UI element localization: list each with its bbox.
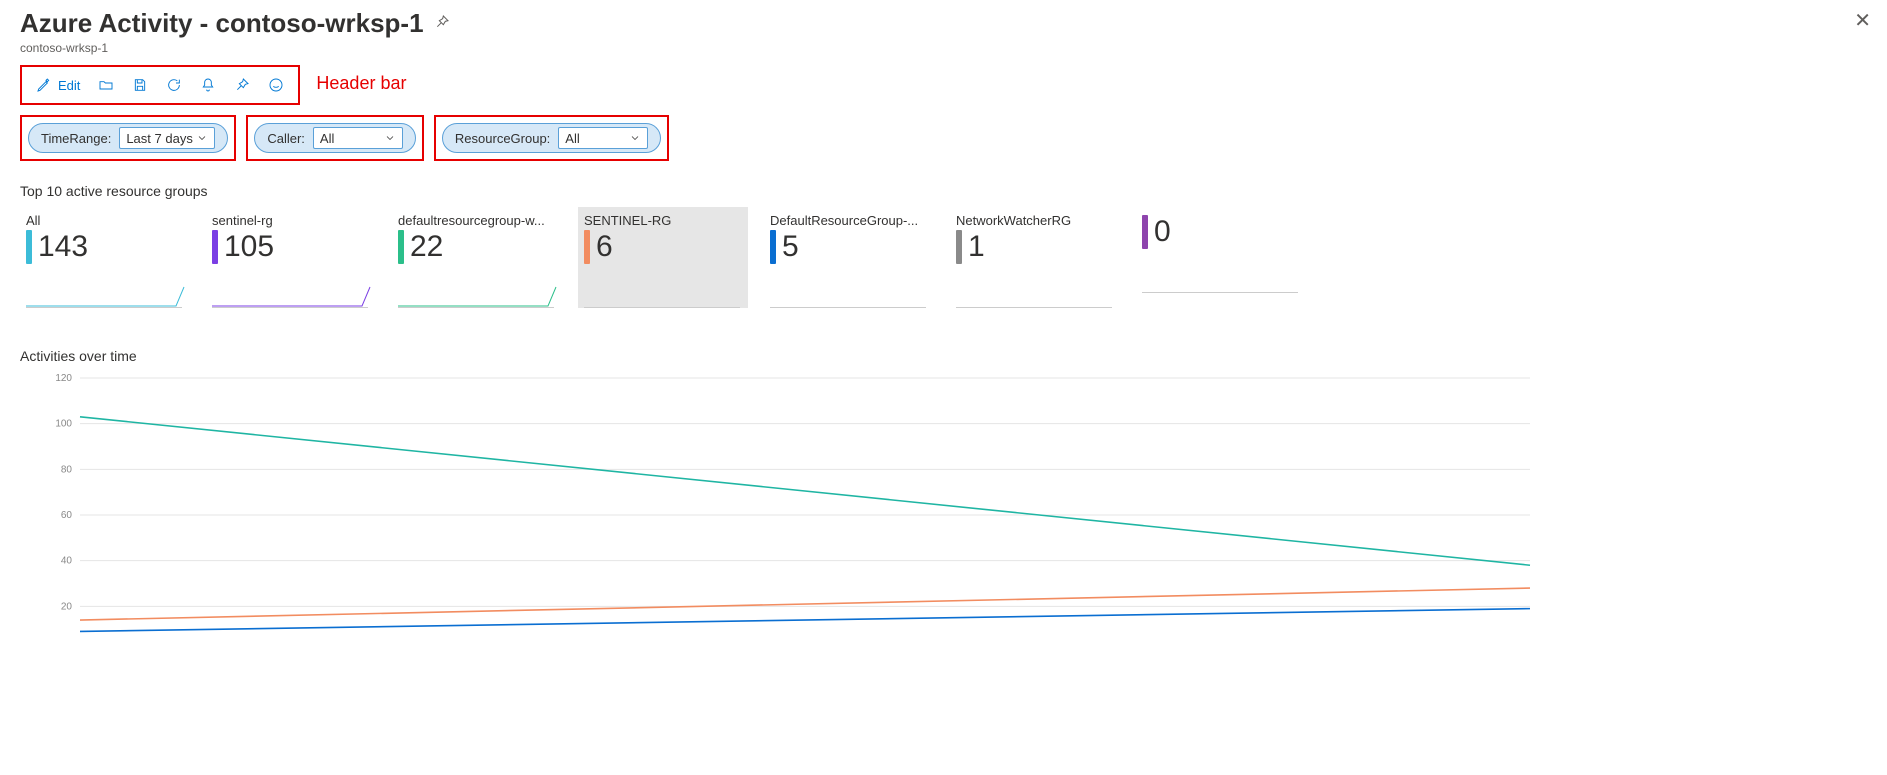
- tile-sparkline: [584, 286, 740, 308]
- chevron-down-icon: [196, 132, 208, 144]
- save-button[interactable]: [132, 77, 148, 93]
- tile-color-bar: [770, 230, 776, 264]
- tile-name: DefaultResourceGroup-...: [770, 213, 926, 228]
- tiles-row: All143sentinel-rg105defaultresourcegroup…: [20, 207, 1867, 308]
- smiley-icon: [268, 77, 284, 93]
- resource-group-tile[interactable]: DefaultResourceGroup-... 5: [764, 207, 934, 308]
- section-chart-title: Activities over time: [20, 348, 1867, 364]
- tile-color-bar: [956, 230, 962, 264]
- refresh-icon: [166, 77, 182, 93]
- tile-value: 6: [596, 230, 613, 264]
- tile-value: 143: [38, 230, 88, 264]
- resource-group-tile[interactable]: sentinel-rg 105: [206, 207, 376, 308]
- filter-resourcegroup-value: All: [565, 131, 579, 146]
- tile-name: sentinel-rg: [212, 213, 368, 228]
- filter-timerange-value: Last 7 days: [126, 131, 193, 146]
- filter-caller-pill: Caller: All: [254, 123, 416, 153]
- resource-group-tile[interactable]: defaultresourcegroup-w... 22: [392, 207, 562, 308]
- filter-resourcegroup-box: ResourceGroup: All: [434, 115, 669, 161]
- annotation-header-bar: Header bar: [316, 73, 406, 94]
- chevron-down-icon: [384, 132, 396, 144]
- pin-icon[interactable]: [434, 14, 450, 33]
- filter-resourcegroup-label: ResourceGroup:: [455, 131, 550, 146]
- activities-chart: 20 40 60 80 100 120: [20, 372, 1867, 662]
- filter-timerange-label: TimeRange:: [41, 131, 111, 146]
- filter-caller-select[interactable]: All: [313, 127, 403, 149]
- resource-group-tile[interactable]: SENTINEL-RG 6: [578, 207, 748, 308]
- filter-caller-box: Caller: All: [246, 115, 424, 161]
- save-icon: [132, 77, 148, 93]
- tile-value: 22: [410, 230, 443, 264]
- svg-text:120: 120: [55, 373, 72, 384]
- page-subtitle: contoso-wrksp-1: [20, 41, 1867, 55]
- tile-value: 1: [968, 230, 985, 264]
- tile-color-bar: [26, 230, 32, 264]
- refresh-button[interactable]: [166, 77, 182, 93]
- tile-sparkline: [212, 286, 368, 308]
- pencil-icon: [36, 77, 52, 93]
- svg-text:100: 100: [55, 419, 72, 430]
- tile-name: All: [26, 213, 182, 228]
- filter-caller-value: All: [320, 131, 334, 146]
- tile-color-bar: [398, 230, 404, 264]
- resource-group-tile[interactable]: All 143: [20, 207, 190, 308]
- filter-caller-label: Caller:: [267, 131, 305, 146]
- resource-group-tile[interactable]: NetworkWatcherRG 1: [950, 207, 1120, 308]
- tile-color-bar: [1142, 215, 1148, 249]
- section-tiles-title: Top 10 active resource groups: [20, 183, 1867, 199]
- alert-button[interactable]: [200, 77, 216, 93]
- tile-value: 0: [1154, 215, 1171, 249]
- pin-button[interactable]: [234, 77, 250, 93]
- header-toolbar: Header bar Edit: [20, 65, 300, 105]
- chevron-down-icon: [629, 132, 641, 144]
- svg-text:80: 80: [61, 464, 73, 475]
- filter-timerange-pill: TimeRange: Last 7 days: [28, 123, 228, 153]
- open-button[interactable]: [98, 77, 114, 93]
- filter-resourcegroup-pill: ResourceGroup: All: [442, 123, 661, 153]
- filter-timerange-select[interactable]: Last 7 days: [119, 127, 215, 149]
- edit-button-label: Edit: [58, 78, 80, 93]
- tile-name: defaultresourcegroup-w...: [398, 213, 554, 228]
- tile-sparkline: [398, 286, 554, 308]
- resource-group-tile[interactable]: 0: [1136, 207, 1306, 308]
- tile-value: 5: [782, 230, 799, 264]
- tile-sparkline: [26, 286, 182, 308]
- tile-name: SENTINEL-RG: [584, 213, 740, 228]
- svg-text:40: 40: [61, 556, 73, 567]
- tile-sparkline: [1142, 271, 1298, 293]
- tile-color-bar: [584, 230, 590, 264]
- tile-sparkline: [956, 286, 1112, 308]
- pin-icon: [234, 77, 250, 93]
- bell-icon: [200, 77, 216, 93]
- svg-text:20: 20: [61, 601, 73, 612]
- svg-text:60: 60: [61, 510, 73, 521]
- tile-value: 105: [224, 230, 274, 264]
- tile-color-bar: [212, 230, 218, 264]
- filter-resourcegroup-select[interactable]: All: [558, 127, 648, 149]
- folder-open-icon: [98, 77, 114, 93]
- page-title: Azure Activity - contoso-wrksp-1: [20, 8, 424, 39]
- feedback-button[interactable]: [268, 77, 284, 93]
- tile-name: NetworkWatcherRG: [956, 213, 1112, 228]
- edit-button[interactable]: Edit: [36, 77, 80, 93]
- close-button[interactable]: ✕: [1854, 8, 1871, 33]
- filter-timerange-box: TimeRange: Last 7 days: [20, 115, 236, 161]
- tile-sparkline: [770, 286, 926, 308]
